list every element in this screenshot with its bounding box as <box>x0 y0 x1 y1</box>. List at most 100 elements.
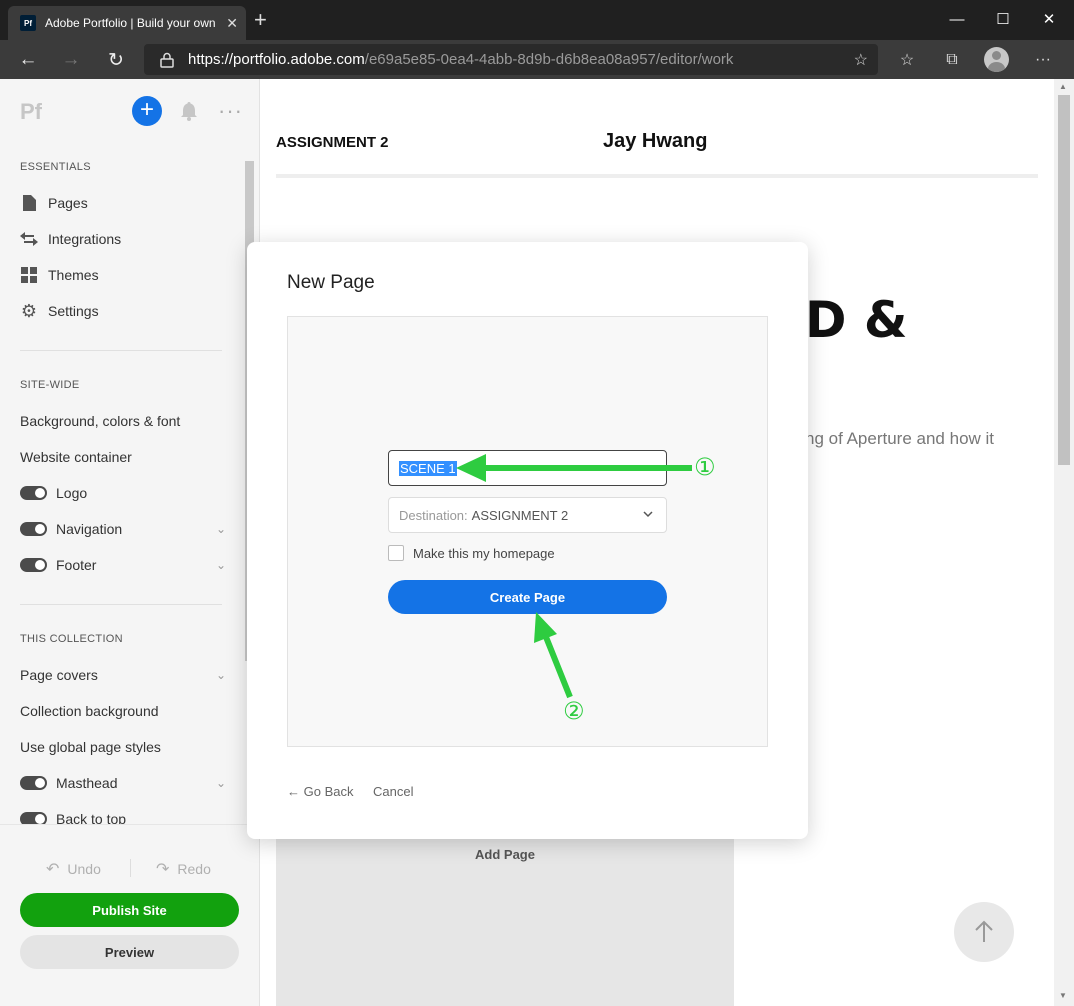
page-name-input[interactable]: SCENE 1 <box>388 450 667 486</box>
divider <box>20 604 222 605</box>
tab-title: Adobe Portfolio | Build your own <box>45 16 216 30</box>
sidebar-item-navigation[interactable]: Navigation ⌄ <box>20 518 226 540</box>
destination-value: ASSIGNMENT 2 <box>471 507 569 523</box>
sidebar-item-label: Integrations <box>48 231 122 247</box>
sidebar-item-label: Footer <box>56 557 97 573</box>
sidebar-scroll-area: ESSENTIALS Pages Integrations Themes ⚙ S… <box>0 149 260 829</box>
new-page-dialog: New Page SCENE 1 Destination: ASSIGNMENT… <box>247 242 808 839</box>
sidebar-item-label: Settings <box>48 303 99 319</box>
editor-sidebar: Pf + ··· ESSENTIALS Pages Integrations T… <box>0 79 260 1006</box>
sidebar-item-label: Themes <box>48 267 99 283</box>
divider <box>130 859 131 877</box>
chevron-down-icon[interactable]: ⌄ <box>216 558 226 572</box>
sidebar-item-label: Logo <box>56 485 88 501</box>
sidebar-item-background[interactable]: Background, colors & font <box>20 410 226 432</box>
forward-icon[interactable]: → <box>58 47 84 73</box>
sidebar-item-integrations[interactable]: Integrations <box>20 228 226 250</box>
redo-button[interactable]: ↷ Redo <box>156 859 211 879</box>
chevron-down-icon[interactable]: ⌄ <box>216 668 226 682</box>
undo-button[interactable]: ↶ Undo <box>46 859 101 879</box>
back-icon[interactable]: ← <box>15 47 41 73</box>
sidebar-item-label: Pages <box>48 195 88 211</box>
logo-toggle[interactable] <box>20 486 47 500</box>
chevron-down-icon[interactable]: ⌄ <box>216 522 226 536</box>
navigation-toggle[interactable] <box>20 522 47 536</box>
sidebar-item-footer[interactable]: Footer ⌄ <box>20 554 226 576</box>
site-owner-name[interactable]: Jay Hwang <box>603 130 707 153</box>
page-scrollbar[interactable]: ▲ ▼ <box>1054 79 1074 1006</box>
sidebar-item-global-page-styles[interactable]: Use global page styles <box>20 736 226 758</box>
scroll-down-arrow-icon[interactable]: ▼ <box>1059 991 1067 1000</box>
add-page-label: Add Page <box>475 847 535 862</box>
preview-button[interactable]: Preview <box>20 935 239 969</box>
page-scrollbar-thumb[interactable] <box>1058 95 1070 465</box>
grid-icon <box>20 266 38 284</box>
redo-icon: ↷ <box>156 861 170 878</box>
footer-toggle[interactable] <box>20 558 47 572</box>
body-text: ng of Aperture and how it <box>805 429 995 448</box>
maximize-icon[interactable]: ☐ <box>980 5 1026 33</box>
sidebar-item-page-covers[interactable]: Page covers ⌄ <box>20 664 226 686</box>
page-icon <box>20 194 38 212</box>
bell-icon[interactable] <box>178 100 200 122</box>
go-back-link[interactable]: ← Go Back <box>287 784 353 799</box>
arrow-up-icon <box>975 920 993 942</box>
url-text: https://portfolio.adobe.com/e69a5e85-0ea… <box>188 51 734 68</box>
refresh-icon[interactable]: ↻ <box>103 47 129 73</box>
favorites-icon[interactable]: ☆ <box>895 48 919 72</box>
destination-select[interactable]: Destination: ASSIGNMENT 2 <box>388 497 667 533</box>
destination-label: Destination: <box>399 507 468 523</box>
sidebar-item-website-container[interactable]: Website container <box>20 446 226 468</box>
section-title-collection: THIS COLLECTION <box>20 633 123 645</box>
create-page-button[interactable]: Create Page <box>388 580 667 614</box>
close-tab-icon[interactable]: ✕ <box>226 15 238 32</box>
publish-site-button[interactable]: Publish Site <box>20 893 239 927</box>
section-title-essentials: ESSENTIALS <box>20 161 91 173</box>
chevron-down-icon[interactable]: ⌄ <box>216 776 226 790</box>
browser-toolbar: ← → ↻ https://portfolio.adobe.com/e69a5e… <box>0 40 1074 79</box>
browser-tab[interactable]: Pf Adobe Portfolio | Build your own ✕ <box>8 6 246 40</box>
homepage-label: Make this my homepage <box>413 545 555 561</box>
hero-heading: D & <box>805 291 908 349</box>
scroll-up-arrow-icon[interactable]: ▲ <box>1059 82 1067 91</box>
collections-icon[interactable]: ⧉ <box>940 48 964 72</box>
sidebar-item-collection-background[interactable]: Collection background <box>20 700 226 722</box>
scroll-to-top-button[interactable] <box>954 902 1014 962</box>
section-title-sitewide: SITE-WIDE <box>20 379 80 391</box>
collection-title[interactable]: ASSIGNMENT 2 <box>276 134 389 151</box>
sidebar-item-pages[interactable]: Pages <box>20 192 226 214</box>
sidebar-item-label: Collection background <box>20 703 159 719</box>
sidebar-item-settings[interactable]: ⚙ Settings <box>20 300 226 322</box>
homepage-checkbox[interactable] <box>388 545 404 561</box>
undo-icon: ↶ <box>46 861 60 878</box>
sidebar-item-label: Website container <box>20 449 132 465</box>
homepage-checkbox-row[interactable]: Make this my homepage <box>388 545 555 561</box>
lock-icon <box>160 52 174 68</box>
sidebar-item-label: Background, colors & font <box>20 413 181 429</box>
portfolio-logo: Pf <box>20 99 42 124</box>
add-page-card[interactable]: Add Page <box>276 819 734 1006</box>
cancel-link[interactable]: Cancel <box>373 784 413 799</box>
sidebar-item-masthead[interactable]: Masthead ⌄ <box>20 772 226 794</box>
sidebar-item-label: Use global page styles <box>20 739 161 755</box>
page-name-value: SCENE 1 <box>399 460 457 476</box>
new-tab-icon[interactable]: + <box>254 9 267 31</box>
chevron-down-icon <box>643 511 653 518</box>
profile-avatar[interactable] <box>984 47 1009 72</box>
add-content-button[interactable]: + <box>132 96 162 126</box>
portfolio-favicon-icon: Pf <box>20 15 36 31</box>
sidebar-item-themes[interactable]: Themes <box>20 264 226 286</box>
favorite-star-icon[interactable]: ☆ <box>854 50 868 70</box>
browser-titlebar: Pf Adobe Portfolio | Build your own ✕ + … <box>0 0 1074 40</box>
gear-icon: ⚙ <box>20 300 38 321</box>
close-window-icon[interactable]: ✕ <box>1026 5 1072 33</box>
settings-more-icon[interactable]: ··· <box>1031 48 1055 72</box>
sidebar-footer: ↶ Undo ↷ Redo Publish Site Preview <box>0 824 259 1006</box>
more-options-icon[interactable]: ··· <box>218 98 243 124</box>
address-bar[interactable]: https://portfolio.adobe.com/e69a5e85-0ea… <box>144 44 878 75</box>
sidebar-item-label: Navigation <box>56 521 123 537</box>
sidebar-item-logo[interactable]: Logo <box>20 482 226 504</box>
masthead-toggle[interactable] <box>20 776 47 790</box>
divider <box>20 350 222 351</box>
minimize-icon[interactable]: — <box>934 5 980 33</box>
